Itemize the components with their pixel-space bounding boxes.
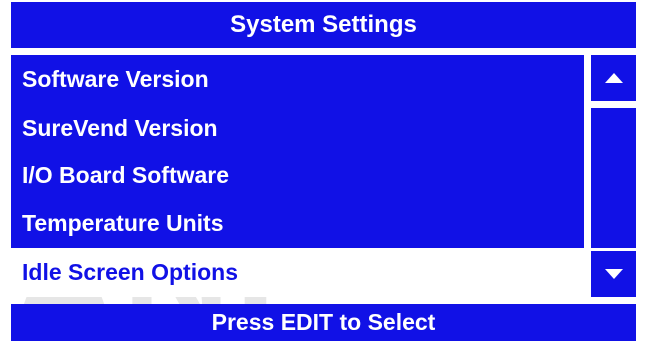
scrollbar-track[interactable] bbox=[591, 108, 636, 248]
menu-item-temperature-units[interactable]: Temperature Units bbox=[11, 199, 584, 248]
menu-item-surevend-version[interactable]: SureVend Version bbox=[11, 104, 584, 153]
triangle-down-icon bbox=[604, 269, 623, 279]
title-bar: System Settings bbox=[11, 2, 636, 48]
menu-item-software-version[interactable]: Software Version bbox=[11, 55, 584, 104]
footer-hint: Press EDIT to Select bbox=[211, 309, 436, 335]
menu-item-label: Software Version bbox=[22, 66, 209, 92]
triangle-up-icon bbox=[604, 73, 623, 83]
menu-item-label: Temperature Units bbox=[22, 210, 224, 236]
menu-item-label: Idle Screen Options bbox=[22, 259, 238, 285]
page-title: System Settings bbox=[230, 11, 417, 38]
menu-item-label: SureVend Version bbox=[22, 115, 218, 141]
menu-item-idle-screen-options[interactable]: Idle Screen Options bbox=[11, 248, 584, 297]
scroll-down-button[interactable] bbox=[591, 251, 636, 297]
footer-hint-bar: Press EDIT to Select bbox=[11, 304, 636, 341]
scroll-up-button[interactable] bbox=[591, 55, 636, 101]
menu-item-label: I/O Board Software bbox=[22, 162, 230, 188]
menu-item-io-board-software[interactable]: I/O Board Software bbox=[11, 151, 584, 200]
